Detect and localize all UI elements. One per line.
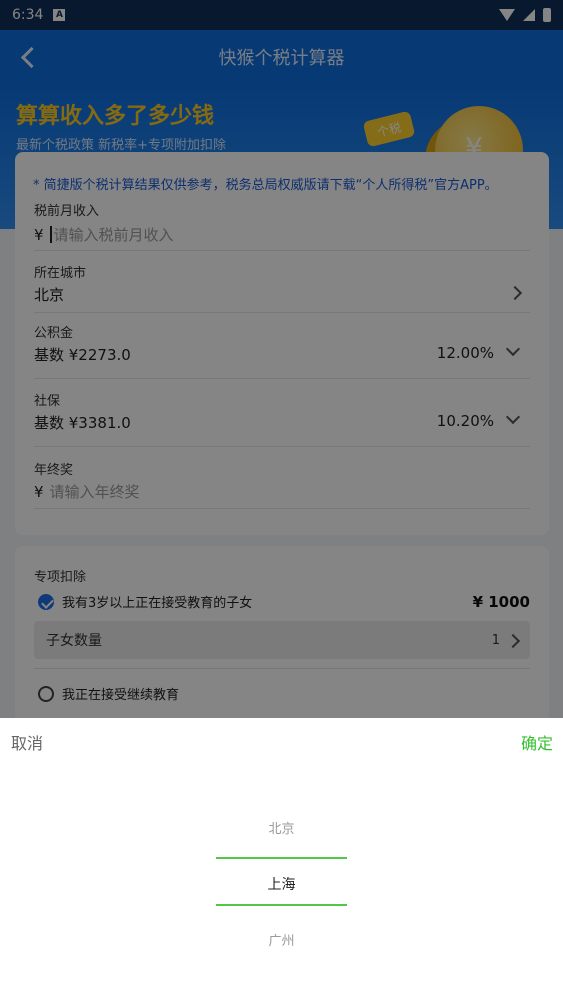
modal-backdrop[interactable] (0, 0, 563, 718)
confirm-button[interactable]: 确定 (521, 730, 553, 754)
selection-line-bottom (216, 904, 347, 906)
picker-option-selected[interactable]: 上海 (0, 874, 563, 894)
selection-line-top (216, 857, 347, 859)
cancel-button[interactable]: 取消 (11, 730, 43, 754)
picker-option[interactable]: 北京 (0, 818, 563, 837)
picker-option[interactable]: 广州 (0, 930, 563, 949)
city-picker: 取消 确定 北京 上海 广州 (0, 718, 563, 1005)
